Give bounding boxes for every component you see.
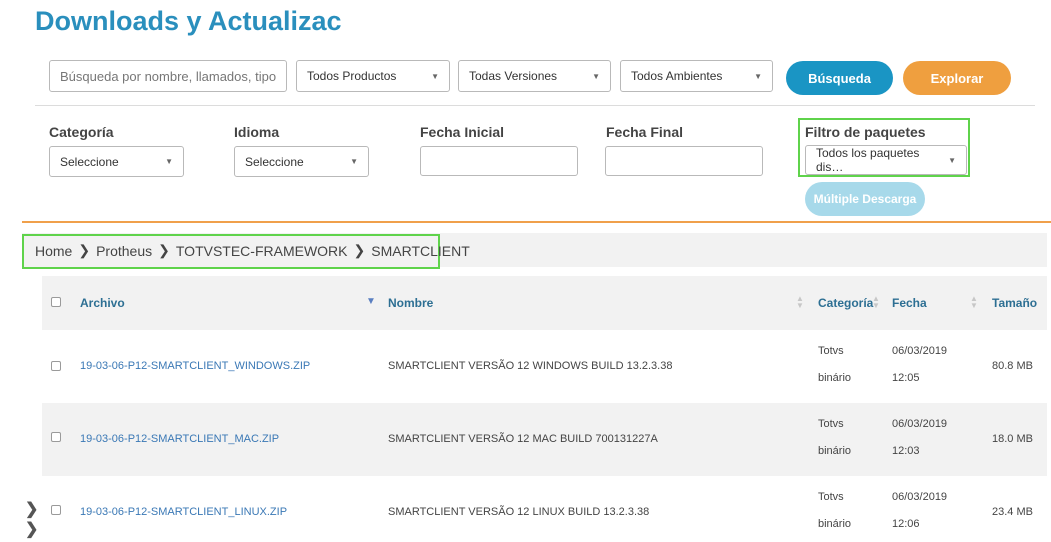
breadcrumb: Home ❯ Protheus ❯ TOTVSTEC-FRAMEWORK ❯ S…: [35, 242, 470, 259]
sort-icon[interactable]: ▲ ▼: [970, 295, 978, 310]
file-link[interactable]: 19-03-06-P12-SMARTCLIENT_WINDOWS.ZIP: [80, 360, 310, 372]
breadcrumb-framework[interactable]: TOTVSTEC-FRAMEWORK: [176, 243, 348, 259]
chevron-down-icon: ▼: [592, 71, 600, 81]
time-value: 12:03: [892, 445, 920, 457]
multiple-download-button[interactable]: Múltiple Descarga: [805, 182, 925, 216]
header-file[interactable]: Archivo: [80, 296, 125, 310]
header-date[interactable]: Fecha: [892, 296, 927, 310]
table-header: Archivo ▼ Nombre ▲ ▼ Categoría ▲ ▼ Fecha ▲…: [42, 276, 1047, 330]
file-category: Totvs binário: [818, 338, 851, 392]
file-size: 18.0 MB: [992, 433, 1033, 445]
environments-select[interactable]: Todos Ambientes ▼: [620, 60, 773, 92]
category-line: binário: [818, 372, 852, 384]
explore-button[interactable]: Explorar: [903, 61, 1011, 95]
select-all-checkbox[interactable]: [51, 297, 61, 307]
row-checkbox[interactable]: [51, 361, 61, 371]
package-filter-label: Filtro de paquetes: [805, 124, 926, 140]
breadcrumb-smartclient[interactable]: SMARTCLIENT: [371, 243, 470, 259]
file-link[interactable]: 19-03-06-P12-SMARTCLIENT_MAC.ZIP: [80, 433, 279, 445]
breadcrumb-protheus[interactable]: Protheus: [96, 243, 152, 259]
file-name: SMARTCLIENT VERSÃO 12 WINDOWS BUILD 13.2…: [388, 360, 673, 372]
start-date-input[interactable]: [420, 146, 578, 176]
chevron-down-icon: ▼: [165, 157, 173, 166]
chevron-right-icon[interactable]: ❯: [25, 519, 38, 539]
chevron-down-icon: ▼: [350, 157, 358, 166]
file-size: 23.4 MB: [992, 506, 1033, 518]
file-category: Totvs binário: [818, 411, 851, 465]
category-line: Totvs: [818, 491, 844, 503]
file-date: 06/03/2019 12:06: [892, 484, 947, 538]
chevron-right-icon: ❯: [353, 242, 366, 258]
file-name: SMARTCLIENT VERSÃO 12 LINUX BUILD 13.2.3…: [388, 506, 650, 518]
table-row: 19-03-06-P12-SMARTCLIENT_LINUX.ZIP SMART…: [42, 476, 1047, 542]
versions-select-value: Todas Versiones: [469, 69, 558, 83]
chevron-down-icon: ▼: [948, 155, 956, 165]
header-size[interactable]: Tamaño: [992, 296, 1037, 310]
table-row: 19-03-06-P12-SMARTCLIENT_WINDOWS.ZIP SMA…: [42, 330, 1047, 403]
start-date-label: Fecha Inicial: [420, 124, 505, 140]
category-select[interactable]: Seleccione ▼: [49, 146, 184, 177]
language-select[interactable]: Seleccione ▼: [234, 146, 369, 177]
search-button[interactable]: Búsqueda: [786, 61, 893, 95]
chevron-right-icon: ❯: [78, 242, 91, 258]
chevron-down-icon: ▼: [754, 71, 762, 81]
sort-icon[interactable]: ▲ ▼: [796, 295, 804, 310]
file-name: SMARTCLIENT VERSÃO 12 MAC BUILD 70013122…: [388, 433, 658, 445]
file-category: Totvs binário: [818, 484, 851, 538]
sort-desc-icon[interactable]: ▼: [366, 297, 376, 307]
category-line: binário: [818, 445, 852, 457]
chevron-down-icon: ▼: [431, 71, 439, 81]
language-label: Idioma: [234, 124, 280, 140]
category-label: Categoría: [49, 124, 114, 140]
orange-divider: [22, 221, 1051, 223]
products-select[interactable]: Todos Productos ▼: [296, 60, 450, 92]
row-checkbox[interactable]: [51, 432, 61, 442]
header-category[interactable]: Categoría: [818, 296, 873, 310]
header-name[interactable]: Nombre: [388, 296, 433, 310]
file-date: 06/03/2019 12:05: [892, 338, 947, 392]
environments-select-value: Todos Ambientes: [631, 69, 723, 83]
breadcrumb-home[interactable]: Home: [35, 243, 72, 259]
time-value: 12:05: [892, 372, 920, 384]
category-select-value: Seleccione: [60, 154, 119, 169]
date-value: 06/03/2019: [892, 345, 948, 357]
end-date-input[interactable]: [605, 146, 763, 176]
end-date-label: Fecha Final: [606, 124, 684, 140]
sort-icon[interactable]: ▲ ▼: [872, 295, 880, 310]
row-checkbox[interactable]: [51, 505, 61, 515]
chevron-right-icon[interactable]: ❯: [25, 499, 38, 519]
date-value: 06/03/2019: [892, 418, 948, 430]
package-filter-select[interactable]: Todos los paquetes dis… ▼: [805, 145, 967, 175]
page-title: Downloads y Actualizac: [35, 6, 342, 36]
versions-select[interactable]: Todas Versiones ▼: [458, 60, 611, 92]
language-select-value: Seleccione: [245, 154, 304, 169]
file-date: 06/03/2019 12:03: [892, 411, 947, 465]
time-value: 12:06: [892, 518, 920, 530]
search-input[interactable]: [49, 60, 287, 92]
category-line: Totvs: [818, 418, 844, 430]
category-line: binário: [818, 518, 852, 530]
package-filter-value: Todos los paquetes dis…: [816, 146, 920, 174]
divider: [35, 105, 1035, 106]
file-size: 80.8 MB: [992, 360, 1033, 372]
table-row: 19-03-06-P12-SMARTCLIENT_MAC.ZIP SMARTCL…: [42, 403, 1047, 476]
products-select-value: Todos Productos: [307, 69, 397, 83]
category-line: Totvs: [818, 345, 844, 357]
chevron-right-icon: ❯: [158, 242, 170, 258]
file-link[interactable]: 19-03-06-P12-SMARTCLIENT_LINUX.ZIP: [80, 506, 287, 518]
date-value: 06/03/2019: [892, 491, 948, 503]
